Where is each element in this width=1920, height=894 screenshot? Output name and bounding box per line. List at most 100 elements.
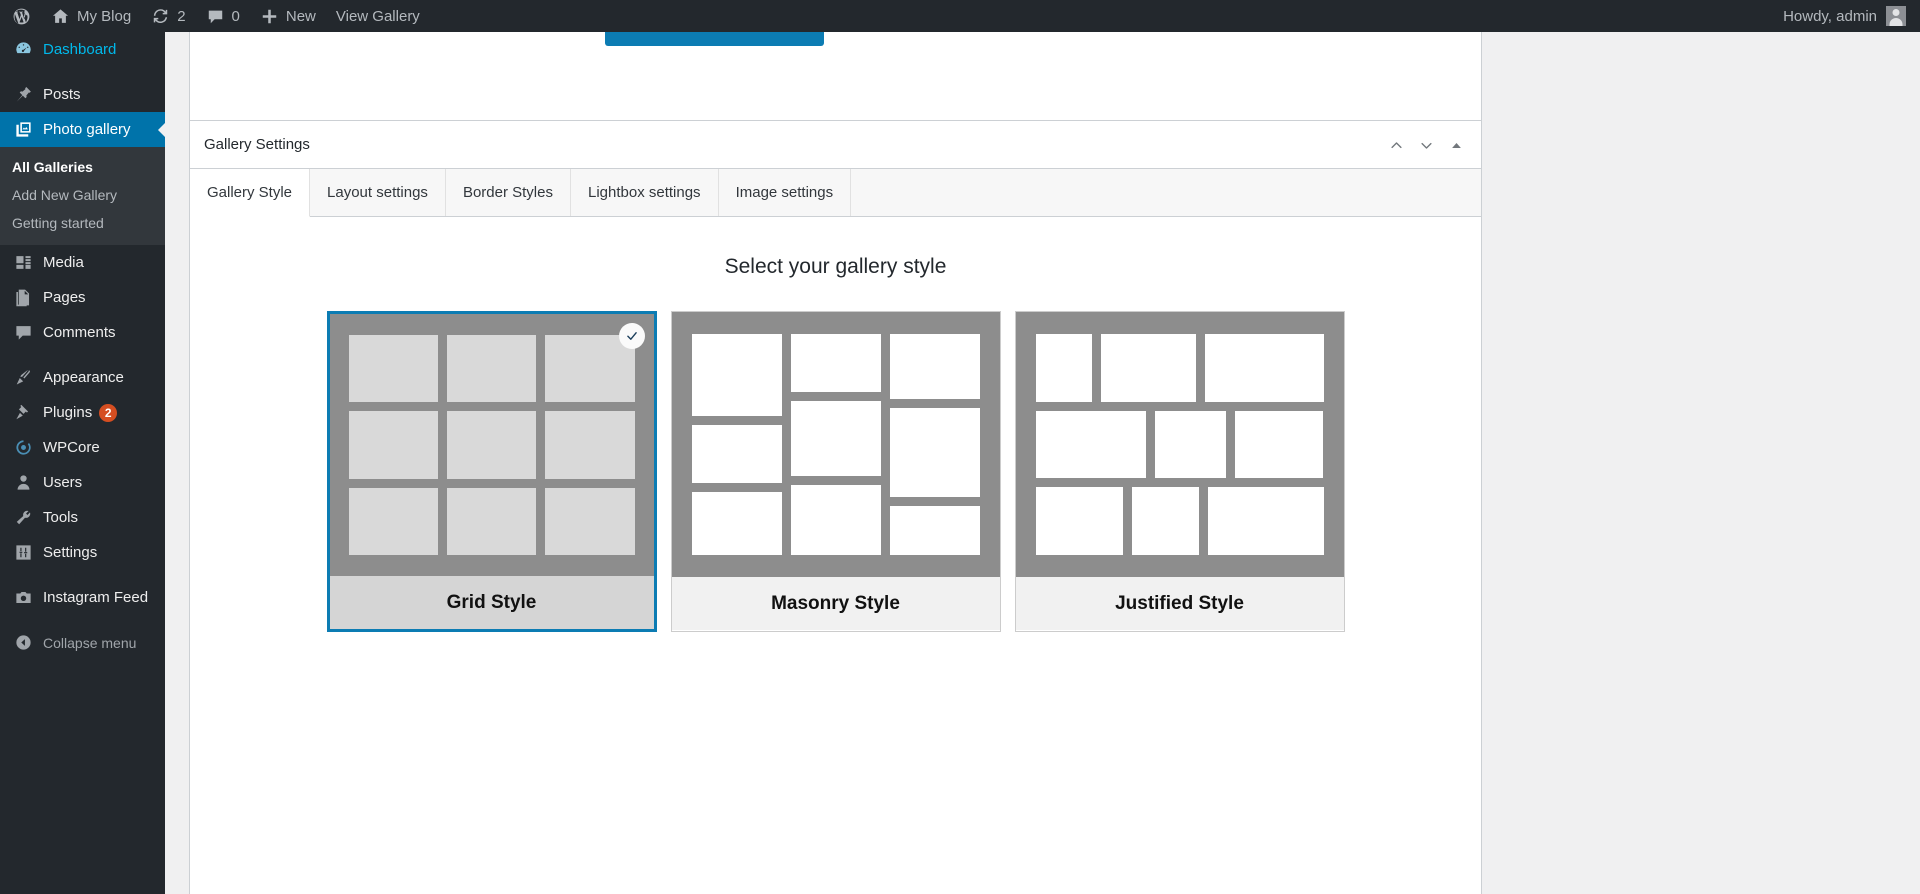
style-option-label: Masonry Style [671, 577, 1000, 630]
wordpress-icon [13, 8, 30, 24]
sidebar-item-label: WPCore [43, 439, 100, 456]
tab-lightbox-settings[interactable]: Lightbox settings [570, 168, 719, 216]
page-title: Gallery Settings [204, 136, 310, 153]
toggle-panel-icon[interactable] [1441, 127, 1471, 163]
appearance-icon [12, 367, 34, 389]
justified-row [1035, 334, 1324, 402]
camera-icon [12, 587, 34, 609]
photo-gallery-submenu: All Galleries Add New Gallery Getting st… [0, 147, 165, 245]
justified-row [1035, 410, 1324, 479]
preview-tile [790, 401, 881, 477]
preview-tile [1035, 487, 1123, 556]
gallery-style-tab-panel: Select your gallery style Grid Style Mas… [190, 217, 1481, 632]
justified-preview-tiles [1035, 334, 1324, 556]
preview-tile [889, 505, 980, 555]
submenu-item-getting-started[interactable]: Getting started [0, 209, 165, 237]
tab-gallery-style[interactable]: Gallery Style [190, 169, 311, 217]
sidebar-item-label: Tools [43, 509, 79, 526]
sidebar-item-tools[interactable]: Tools [0, 500, 165, 535]
preview-tile [446, 335, 537, 403]
sidebar-item-wpcore[interactable]: WPCore [0, 430, 165, 465]
justified-row [1035, 487, 1324, 556]
view-gallery-label: View Gallery [335, 7, 420, 25]
sidebar-item-settings[interactable]: Settings [0, 535, 165, 570]
section-heading: Select your gallery style [724, 255, 947, 278]
gallery-settings-panel: Gallery Settings Gallery Style Layout se… [189, 120, 1482, 894]
masonry-style-preview [671, 312, 1000, 577]
sidebar-item-photo-gallery[interactable]: Photo gallery [0, 112, 165, 147]
comment-bubble-icon [208, 10, 222, 23]
sidebar-item-label: Instagram Feed [43, 589, 149, 606]
sidebar-item-comments[interactable]: Comments [0, 315, 165, 350]
my-account-menu[interactable]: Howdy, admin [1783, 6, 1920, 26]
sidebar-item-posts[interactable]: Posts [0, 77, 165, 112]
new-label: New [285, 7, 316, 25]
plugins-update-badge: 2 [99, 403, 118, 422]
preview-tile [1154, 410, 1227, 479]
preview-tile [790, 485, 881, 555]
masonry-column [889, 334, 980, 555]
sidebar-item-pages[interactable]: Pages [0, 280, 165, 315]
sidebar-item-appearance[interactable]: Appearance [0, 360, 165, 395]
collapse-menu-button[interactable]: Collapse menu [0, 625, 165, 660]
media-icon [12, 252, 34, 274]
preview-tile [348, 335, 438, 403]
pin-icon [12, 84, 34, 106]
comments-icon [12, 322, 34, 344]
preview-tile [691, 424, 782, 483]
tab-layout-settings[interactable]: Layout settings [310, 168, 446, 216]
sidebar-item-plugins[interactable]: Plugins 2 [0, 395, 165, 430]
tab-image-settings[interactable]: Image settings [718, 168, 852, 216]
updates-icon [153, 8, 168, 23]
admin-sidebar: Dashboard Posts Photo gallery All Galler… [0, 32, 165, 894]
tab-border-styles[interactable]: Border Styles [445, 168, 571, 216]
sidebar-item-dashboard[interactable]: Dashboard [0, 32, 165, 67]
preview-tile [889, 334, 980, 400]
submenu-item-add-new-gallery[interactable]: Add New Gallery [0, 181, 165, 209]
preview-tile [1100, 334, 1197, 402]
masonry-preview-tiles [691, 334, 980, 555]
sidebar-item-label: Appearance [43, 369, 124, 386]
pages-icon [12, 287, 34, 309]
style-option-grid[interactable]: Grid Style [326, 311, 657, 632]
preview-tile [889, 408, 980, 497]
sidebar-item-label: Settings [43, 544, 98, 561]
new-content-menu[interactable]: New [250, 0, 326, 32]
wordpress-logo-menu[interactable] [0, 0, 41, 32]
updates-menu[interactable]: 2 [141, 0, 195, 32]
sidebar-item-users[interactable]: Users [0, 465, 165, 500]
style-option-masonry[interactable]: Masonry Style [670, 311, 1001, 632]
photo-gallery-icon [12, 119, 34, 141]
sidebar-item-label: Posts [43, 86, 81, 103]
primary-action-button[interactable] [605, 32, 824, 46]
wpcore-icon [12, 437, 34, 459]
gallery-settings-header: Gallery Settings [190, 121, 1481, 169]
home-icon [52, 8, 69, 23]
gallery-style-options: Grid Style Masonry Style Justified Style [190, 311, 1481, 632]
style-option-justified[interactable]: Justified Style [1014, 311, 1345, 632]
preview-tile [545, 487, 635, 555]
preview-tile [348, 487, 438, 555]
comments-menu[interactable]: 0 [196, 0, 250, 32]
preview-tile [446, 487, 537, 555]
comments-count: 0 [231, 7, 240, 25]
submenu-item-all-galleries[interactable]: All Galleries [0, 153, 165, 181]
sidebar-item-instagram-feed[interactable]: Instagram Feed [0, 580, 165, 615]
sidebar-item-label: Photo gallery [43, 121, 131, 138]
sidebar-item-media[interactable]: Media [0, 245, 165, 280]
move-down-icon[interactable] [1411, 127, 1441, 163]
site-name-menu[interactable]: My Blog [41, 0, 141, 32]
justified-style-preview [1015, 312, 1344, 577]
collapse-menu-label: Collapse menu [43, 634, 137, 651]
updates-count: 2 [177, 7, 186, 25]
view-gallery-menu[interactable]: View Gallery [326, 0, 430, 32]
settings-icon [12, 542, 34, 564]
preview-tile [446, 411, 537, 479]
preview-tile [790, 334, 881, 392]
preview-tile [1235, 410, 1324, 479]
preview-tile [691, 491, 782, 555]
preview-tile [1035, 334, 1092, 402]
sidebar-item-label: Users [43, 474, 83, 491]
move-up-icon[interactable] [1381, 127, 1411, 163]
preview-tile [1035, 410, 1146, 479]
